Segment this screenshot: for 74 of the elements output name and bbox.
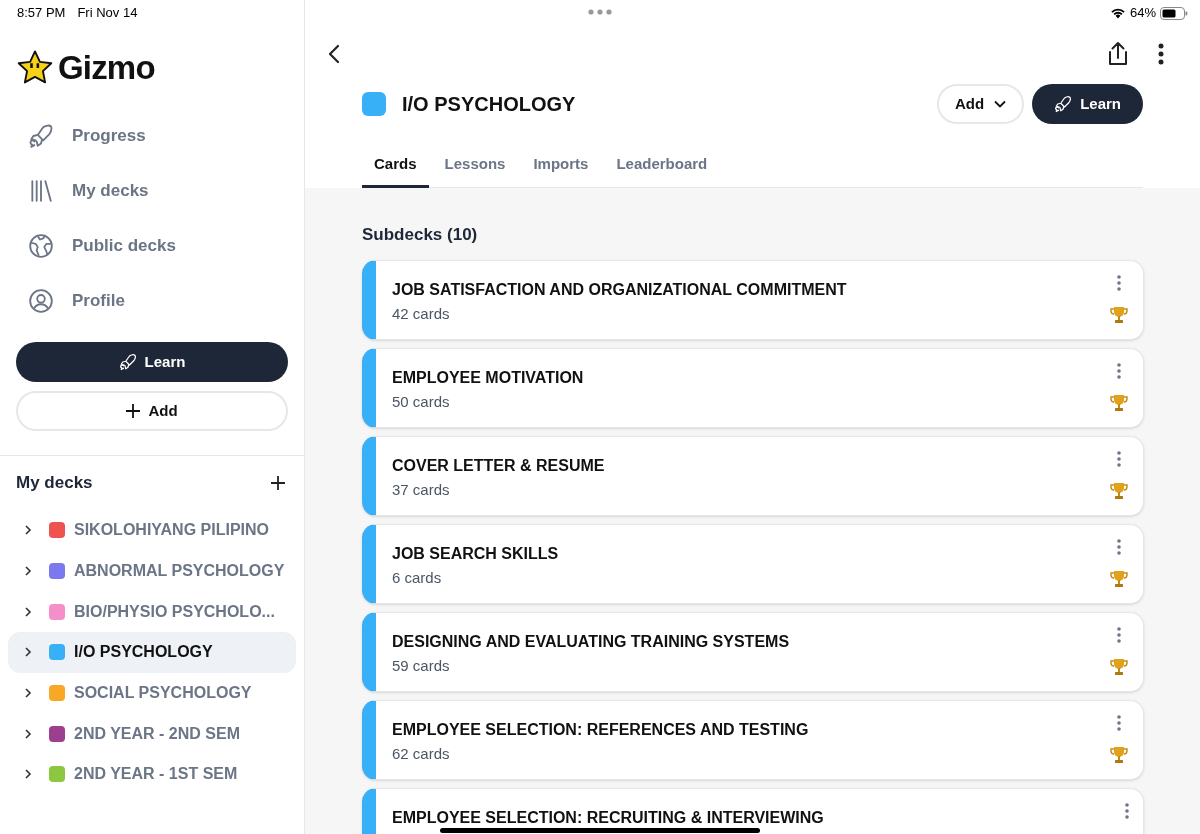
chevron-right-icon — [24, 524, 32, 537]
deck-item[interactable]: SIKOLOHIYANG PILIPINO — [8, 510, 296, 551]
chevron-right-icon — [24, 646, 32, 659]
deck-title: I/O PSYCHOLOGY — [402, 92, 576, 117]
subdeck-card[interactable]: EMPLOYEE MOTIVATION 50 cards — [362, 347, 1144, 428]
plus-icon[interactable] — [270, 475, 286, 491]
tab[interactable]: Leaderboard — [604, 144, 720, 188]
nav-item[interactable]: Progress — [28, 108, 154, 163]
learn-button[interactable]: Learn — [1032, 84, 1143, 124]
card-count: 59 cards — [392, 655, 451, 676]
deck-item[interactable]: I/O PSYCHOLOGY — [8, 632, 296, 673]
subdeck-title: JOB SATISFACTION AND ORGANIZATIONAL COMMITMENT — [392, 279, 847, 300]
battery-icon — [1160, 6, 1188, 20]
globe-icon — [28, 232, 54, 259]
nav-item[interactable]: My decks — [28, 163, 157, 218]
share-icon[interactable] — [1106, 41, 1130, 67]
deck-item[interactable]: SOCIAL PSYCHOLOGY — [8, 672, 296, 714]
subdeck-title: COVER LETTER & RESUME — [392, 455, 605, 476]
chevron-right-icon — [24, 727, 32, 740]
subdeck-card[interactable]: EMPLOYEE SELECTION: REFERENCES AND TESTING 62 cards — [362, 699, 1144, 780]
rocket-icon — [1054, 95, 1073, 113]
subdeck-title: EMPLOYEE SELECTION: REFERENCES AND TESTING — [392, 719, 809, 740]
rocket-icon — [28, 122, 54, 149]
profile-icon — [28, 287, 54, 314]
card-count: 50 cards — [392, 391, 451, 412]
subdeck-title: DESIGNING AND EVALUATING TRAINING SYSTEMS — [392, 631, 790, 652]
deck-item[interactable]: 2ND YEAR - 1ST SEM — [8, 754, 296, 795]
deck-item[interactable]: 2ND YEAR - 2ND SEM — [8, 713, 296, 755]
rocket-icon — [118, 353, 137, 371]
deck-item[interactable]: ABNORMAL PSYCHOLOGY — [8, 550, 296, 592]
subdeck-card[interactable]: EMPLOYEE SELECTION: RECRUITING & INTERVIEWING — [362, 787, 1144, 834]
nav-item[interactable]: Profile — [28, 273, 133, 328]
subdeck-card[interactable]: DESIGNING AND EVALUATING TRAINING SYSTEMS 59 cards — [362, 611, 1144, 692]
more-icon[interactable] — [1158, 43, 1164, 65]
plus-icon — [126, 404, 141, 418]
subdeck-title: EMPLOYEE SELECTION: RECRUITING & INTERVIEWING — [392, 807, 824, 828]
trophy-icon — [1109, 392, 1129, 413]
chevron-right-icon — [24, 565, 32, 578]
trophy-icon — [1109, 480, 1129, 501]
add-button[interactable]: Add — [16, 391, 288, 431]
subdeck-card[interactable]: JOB SEARCH SKILLS 6 cards — [362, 523, 1144, 604]
wifi-icon — [1109, 7, 1126, 19]
back-icon[interactable] — [327, 44, 341, 64]
card-count: 62 cards — [392, 743, 451, 764]
nav-item[interactable]: Public decks — [28, 218, 184, 273]
subdeck-card[interactable]: JOB SATISFACTION AND ORGANIZATIONAL COMMITMENT 42 cards — [362, 259, 1144, 340]
learn-button[interactable]: Learn — [16, 342, 288, 382]
trophy-icon — [1109, 568, 1129, 589]
tab[interactable]: Imports — [521, 144, 601, 188]
add-dropdown-button[interactable]: Add — [936, 84, 1025, 124]
subdeck-card[interactable]: COVER LETTER & RESUME 37 cards — [362, 435, 1144, 516]
status-date: Fri Nov 14 — [77, 4, 138, 23]
card-count: 37 cards — [392, 479, 451, 500]
trophy-icon — [1109, 656, 1129, 677]
chevron-right-icon — [24, 687, 32, 700]
status-time: 8:57 PM — [17, 4, 66, 23]
library-icon — [28, 177, 54, 204]
trophy-icon — [1109, 744, 1129, 765]
multitask-dots-icon[interactable] — [588, 9, 612, 15]
logo-text: Gizmo — [58, 48, 155, 89]
chevron-down-icon — [994, 100, 1007, 108]
chevron-right-icon — [24, 768, 32, 781]
battery-percent: 64% — [1129, 4, 1156, 23]
section-heading: Subdecks (10) — [362, 224, 479, 246]
section-heading: My decks — [16, 472, 93, 495]
subdeck-title: JOB SEARCH SKILLS — [392, 543, 559, 564]
chevron-right-icon — [24, 605, 32, 618]
card-count: 6 cards — [392, 567, 443, 588]
card-count: 42 cards — [392, 303, 451, 324]
subdeck-title: EMPLOYEE MOTIVATION — [392, 367, 584, 388]
tab[interactable]: Lessons — [432, 144, 518, 188]
trophy-icon — [1109, 304, 1129, 325]
tab[interactable]: Cards — [362, 144, 429, 188]
deck-item[interactable]: BIO/PHYSIO PSYCHOLO... — [8, 591, 296, 633]
